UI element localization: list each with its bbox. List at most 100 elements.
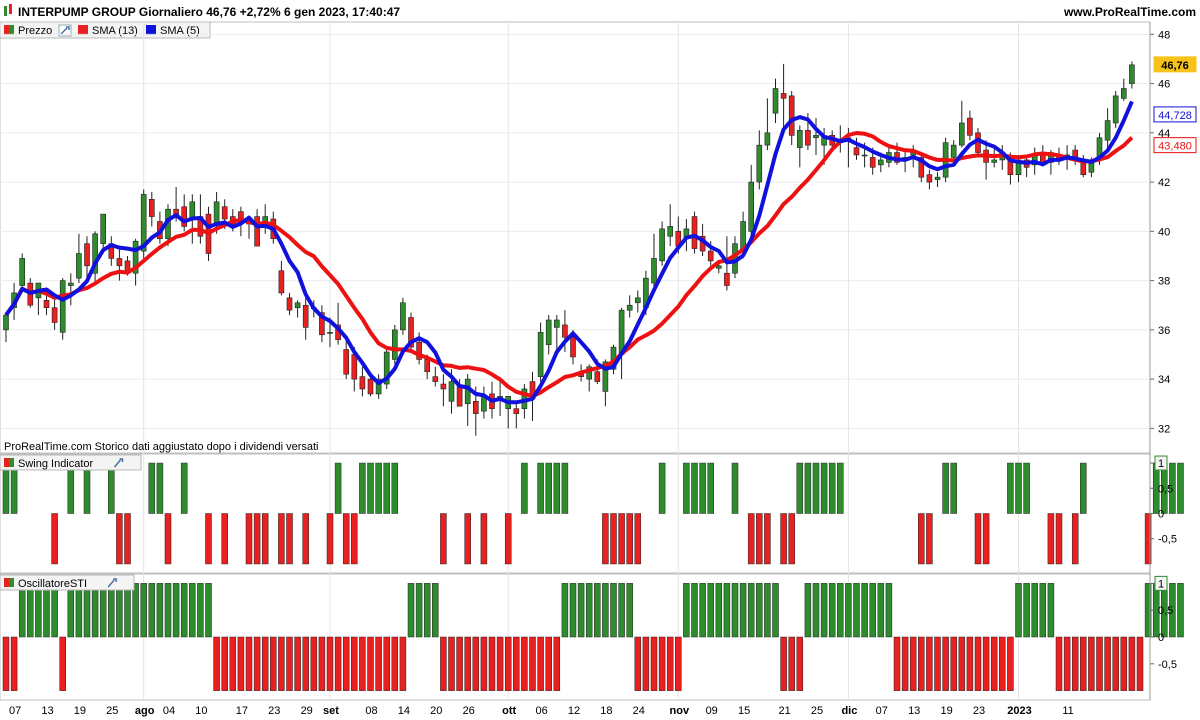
candle-body (805, 130, 811, 146)
indicator-bar (261, 513, 269, 565)
x-tick-label: 21 (778, 705, 790, 717)
indicator-bar (1063, 636, 1071, 691)
indicator-bar (221, 636, 228, 691)
indicator-bar (780, 513, 787, 565)
chart-canvas: INTERPUMP GROUP Giornaliero 46,76 +2,72%… (0, 0, 1200, 717)
indicator-bar (699, 462, 706, 514)
legend-prezzo[interactable]: Prezzo (18, 25, 52, 37)
indicator-bar (537, 462, 544, 514)
x-tick-label: 25 (106, 705, 118, 717)
indicator-bar (423, 583, 431, 638)
candle-body (691, 216, 698, 249)
indicator-bar (440, 513, 447, 565)
indicator-bar (2, 636, 10, 691)
x-tick-label: 13 (908, 705, 920, 717)
candle (391, 324, 398, 365)
candle (683, 219, 690, 252)
indicator-bar (820, 583, 828, 638)
candle-body (740, 221, 746, 249)
site-link[interactable]: www.ProRealTime.com (1063, 5, 1196, 19)
indicator-bar (747, 583, 755, 638)
indicator-bar (804, 583, 812, 638)
candle (59, 278, 66, 340)
indicator-bar (610, 513, 617, 565)
candle-body (1129, 64, 1135, 84)
x-tick-label: dic (841, 705, 857, 717)
legend-sma13[interactable]: SMA (13) (92, 25, 138, 37)
indicator-bar (342, 636, 350, 691)
indicator-bar (820, 462, 828, 514)
indicator-bar (229, 636, 237, 691)
indicator-title: OscillatoreSTI (18, 578, 87, 590)
x-tick-label: 20 (430, 705, 442, 717)
candle (780, 63, 787, 131)
candle-body (764, 132, 771, 146)
indicator-bar (909, 636, 917, 691)
indicator-bar (610, 583, 617, 638)
x-tick-label: 14 (398, 705, 410, 717)
indicator-bar (310, 636, 318, 691)
x-tick-label: 19 (74, 705, 86, 717)
candle (35, 282, 42, 316)
candle-body (626, 304, 633, 311)
candle (76, 233, 82, 284)
chart-title: INTERPUMP GROUP Giornaliero 46,76 +2,72%… (18, 5, 400, 19)
candle (626, 295, 633, 318)
candle-body (221, 206, 228, 220)
indicator-bar (383, 462, 390, 514)
candle-body (294, 302, 301, 308)
candle (3, 314, 9, 343)
indicator-bar (1055, 513, 1063, 565)
indicator-tick-label: 1 (1158, 458, 1164, 470)
candle-body (562, 324, 568, 338)
indicator-bar (788, 636, 795, 691)
indicator-bar (504, 636, 512, 691)
candle (278, 260, 285, 296)
x-tick-label: 11 (1062, 705, 1073, 717)
indicator-bar (1023, 462, 1030, 514)
indicator-bar (156, 462, 164, 514)
indicator-tick-label: -0,5 (1158, 534, 1177, 546)
indicator-bar (108, 462, 115, 514)
candle-body (756, 144, 763, 183)
indicator-bar (278, 513, 285, 565)
price-tick-label: 34 (1158, 374, 1170, 386)
indicator-bar (375, 636, 382, 691)
candle-body (302, 304, 309, 328)
price-tick-label: 40 (1158, 226, 1170, 238)
indicator-bar (1071, 513, 1079, 565)
x-tick-label: ago (135, 705, 155, 717)
indicator-bar (658, 462, 666, 514)
indicator-bar (1080, 636, 1087, 691)
x-tick-label: 09 (706, 705, 718, 717)
candle (132, 238, 139, 286)
indicator-bar (877, 583, 885, 638)
indicator-bar (602, 583, 609, 638)
indicator-bar (828, 462, 836, 514)
indicator-bar (1071, 636, 1079, 691)
sma5-value-label: 44,728 (1158, 110, 1192, 122)
sma5-legend-swatch (146, 25, 156, 35)
indicator-bar (974, 636, 982, 691)
indicator-bar (383, 636, 390, 691)
indicator-bar (318, 636, 326, 691)
indicator-bar (1088, 636, 1095, 691)
indicator-bar (1104, 636, 1111, 691)
indicator-bar (18, 583, 26, 638)
indicator-bar (837, 583, 844, 638)
indicator-bar (334, 636, 342, 691)
candle-body (869, 157, 876, 168)
candle-body (861, 154, 868, 157)
candle-body (513, 408, 520, 414)
indicator-bar (691, 462, 698, 514)
price-tick-label: 36 (1158, 325, 1170, 337)
indicator-bar (334, 462, 342, 514)
indicator-bar (270, 636, 277, 691)
indicator-bar (966, 636, 974, 691)
indicator-bar (261, 636, 269, 691)
legend-sma5[interactable]: SMA (5) (160, 25, 200, 37)
indicator-bar (480, 513, 488, 565)
x-tick-label: 13 (41, 705, 53, 717)
indicator-bar (683, 583, 690, 638)
indicator-bar (10, 462, 18, 514)
